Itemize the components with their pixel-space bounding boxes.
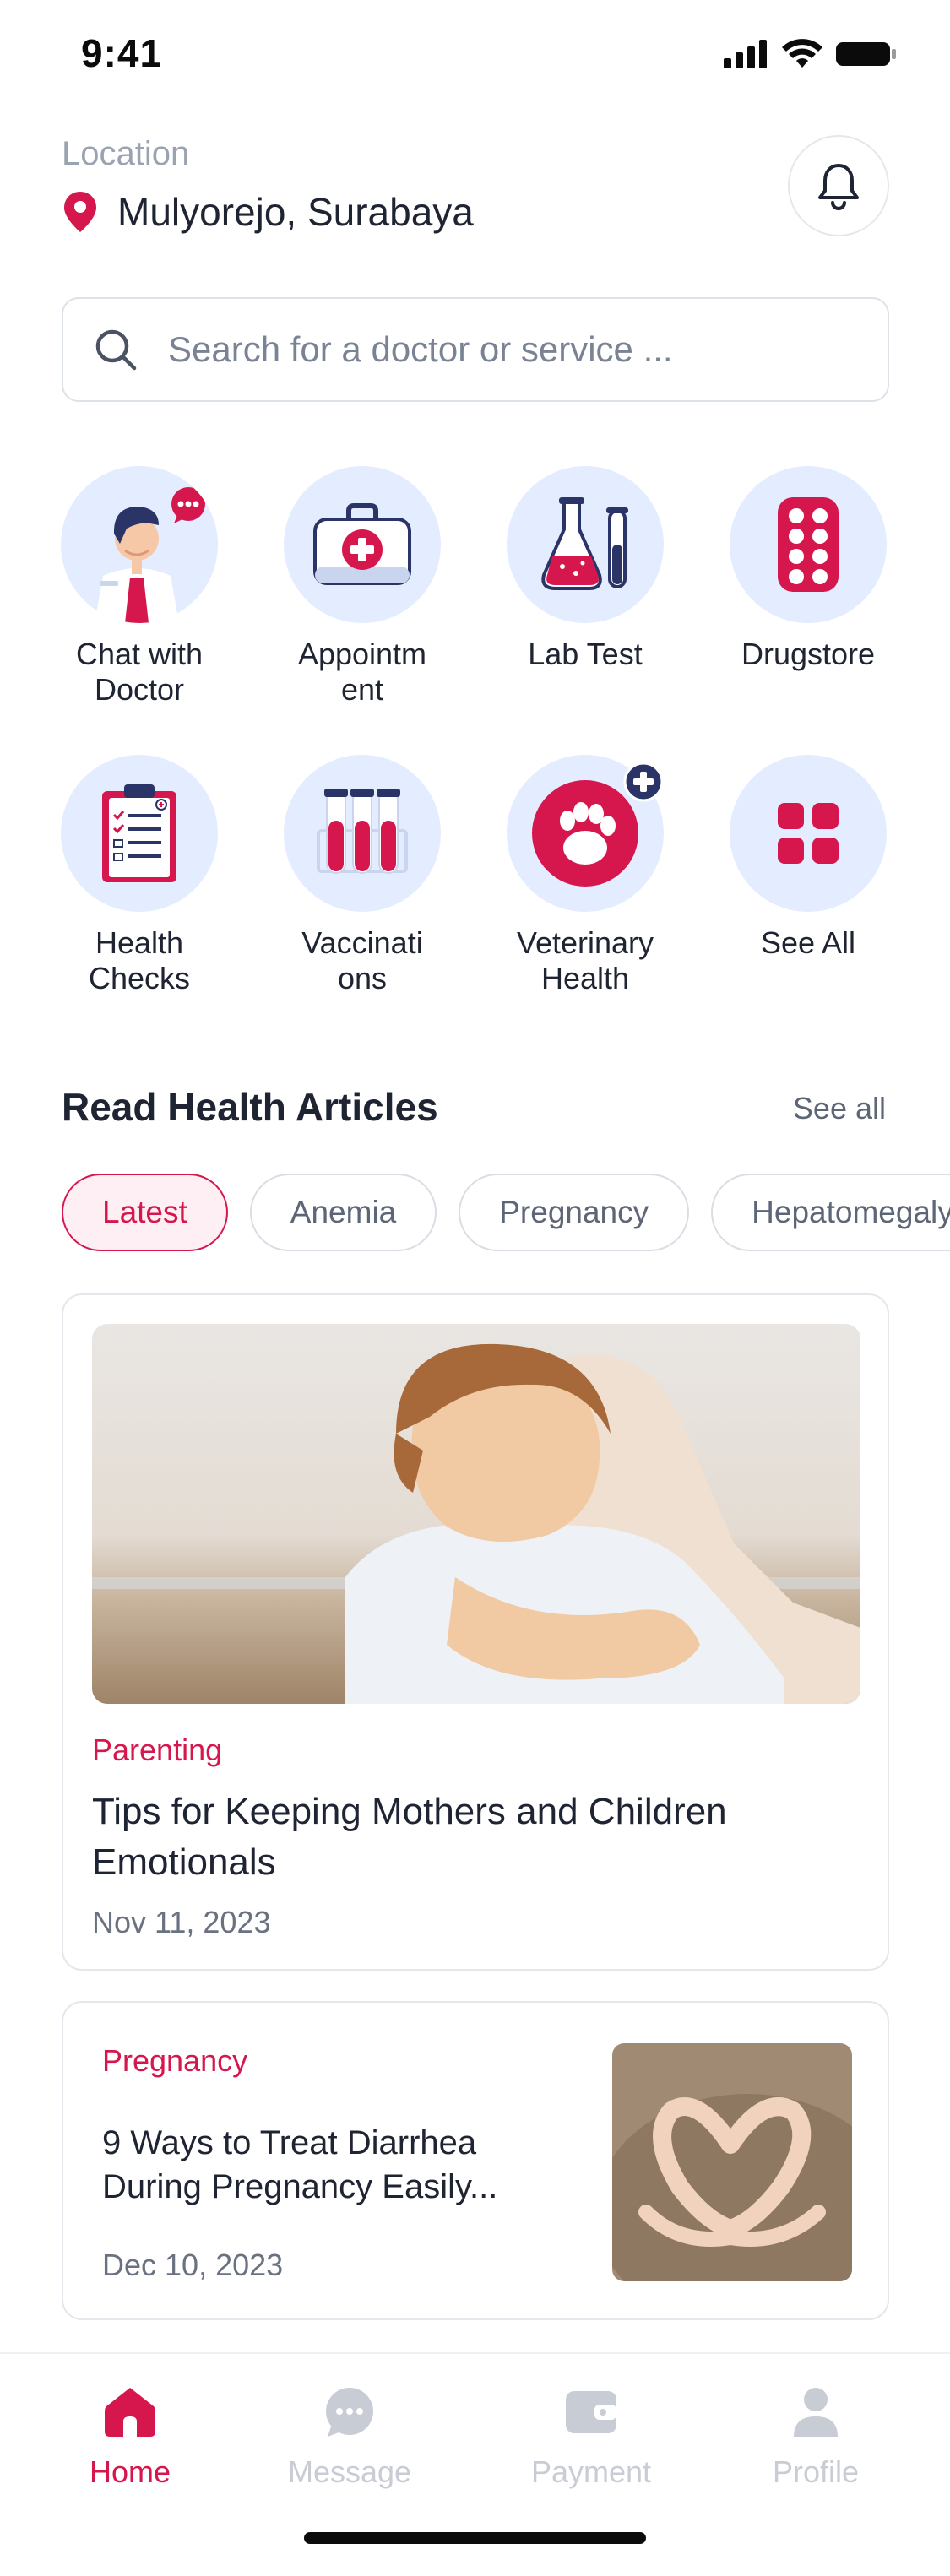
article-category: Parenting: [92, 1733, 223, 1767]
service-icon-bg: [284, 466, 441, 623]
nav-label: Profile: [772, 2454, 860, 2489]
wallet-icon: [566, 2391, 616, 2433]
test-tubes-icon: [317, 789, 408, 874]
status-icons: [724, 39, 898, 69]
nav-message[interactable]: Message: [265, 2386, 434, 2490]
service-label: Appointm ent: [297, 637, 427, 707]
article-list-item[interactable]: Pregnancy 9 Ways to Treat Diarrhea Durin…: [62, 2001, 889, 2320]
nav-profile[interactable]: Profile: [731, 2386, 900, 2490]
nav-payment[interactable]: Payment: [507, 2386, 676, 2490]
status-time: 9:41: [81, 31, 163, 75]
service-lab-test[interactable]: Lab Test: [488, 466, 682, 672]
home-icon: [105, 2388, 155, 2437]
first-aid-kit-icon: [313, 503, 411, 585]
article-category: Pregnancy: [102, 2043, 248, 2078]
service-veterinary-health[interactable]: Veterinary Health: [488, 755, 682, 996]
service-label: Lab Test: [528, 637, 643, 671]
service-icon-bg: [730, 466, 887, 623]
grid-icon: [778, 803, 839, 864]
service-label: Drugstore: [741, 637, 876, 671]
plus-badge-icon: [623, 762, 664, 802]
nav-home[interactable]: Home: [46, 2386, 214, 2490]
nav-label: Payment: [530, 2454, 652, 2489]
service-icon-bg: [507, 466, 664, 623]
service-label: Chat with Doctor: [75, 637, 204, 707]
battery-icon: [836, 42, 896, 66]
chat-bubble-icon: [171, 487, 205, 523]
service-icon-bg: [507, 755, 664, 912]
service-icon-bg: [730, 755, 887, 912]
service-label: Health Checks: [88, 925, 191, 995]
service-icon-bg: [61, 466, 218, 623]
article-date: Nov 11, 2023: [92, 1905, 271, 1939]
profile-icon: [794, 2388, 838, 2437]
article-thumbnail: [612, 2043, 852, 2281]
service-label: See All: [760, 925, 856, 960]
article-date: Dec 10, 2023: [102, 2248, 284, 2282]
location-pin-icon: [64, 192, 96, 232]
nav-label: Home: [89, 2454, 171, 2489]
chip-hepatomegaly[interactable]: Hepatomegaly: [711, 1174, 950, 1251]
search-input[interactable]: Search for a doctor or service ...: [62, 297, 889, 402]
service-drugstore[interactable]: Drugstore: [711, 466, 905, 672]
filter-chips: Latest Anemia Pregnancy Hepatomegaly: [62, 1174, 950, 1251]
message-icon: [326, 2388, 373, 2437]
location-selector[interactable]: Mulyorejo, Surabaya: [62, 189, 474, 235]
signal-icon: [724, 40, 767, 68]
service-label: Vaccinati ons: [301, 925, 423, 995]
service-health-checks[interactable]: Health Checks: [42, 755, 236, 996]
bell-icon: [818, 164, 859, 210]
nav-label: Message: [287, 2454, 412, 2489]
article-title: 9 Ways to Treat Diarrhea During Pregnanc…: [102, 2124, 498, 2205]
pill-pack-icon: [778, 497, 839, 592]
service-vaccinations[interactable]: Vaccinati ons: [265, 755, 459, 996]
search-placeholder: Search for a doctor or service ...: [168, 329, 673, 369]
service-icon-bg: [61, 755, 218, 912]
location-value: Mulyorejo, Surabaya: [117, 190, 474, 234]
article-title: Tips for Keeping Mothers and Children Em…: [92, 1791, 727, 1883]
section-title: Read Health Articles: [62, 1085, 438, 1129]
service-label: Veterinary Health: [516, 925, 654, 995]
featured-article-image: [92, 1324, 860, 1704]
service-see-all[interactable]: See All: [711, 755, 905, 961]
lab-flask-icon: [541, 497, 628, 590]
wifi-icon: [782, 39, 822, 68]
chip-latest[interactable]: Latest: [62, 1174, 228, 1251]
status-bar: 9:41: [0, 0, 950, 111]
location-label: Location: [62, 135, 190, 172]
home-indicator: [304, 2532, 646, 2544]
service-icon-bg: [284, 755, 441, 912]
service-appointment[interactable]: Appointm ent: [265, 466, 459, 708]
notification-button[interactable]: [788, 135, 889, 236]
chip-pregnancy[interactable]: Pregnancy: [459, 1174, 690, 1251]
search-icon: [95, 329, 137, 371]
chip-anemia[interactable]: Anemia: [249, 1174, 437, 1251]
service-chat-with-doctor[interactable]: Chat with Doctor: [42, 466, 236, 708]
clipboard-checklist-icon: [102, 784, 176, 882]
see-all-link[interactable]: See all: [793, 1091, 886, 1126]
featured-article-card[interactable]: Parenting Tips for Keeping Mothers and C…: [62, 1293, 889, 1971]
